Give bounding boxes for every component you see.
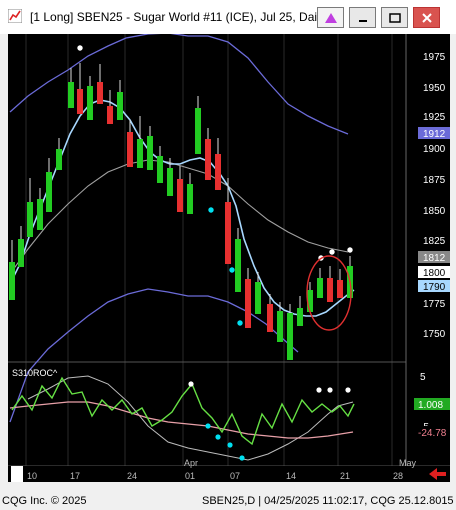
candle-body	[127, 132, 133, 167]
candle-body	[9, 262, 15, 300]
oscillator-axis: 5 -5 1.008 -24.78	[414, 372, 450, 439]
osc-tick: 5	[420, 372, 426, 383]
osc-pink-label: -24.78	[418, 428, 447, 439]
price-tick: 1950	[423, 83, 446, 94]
candle-body	[27, 202, 33, 237]
oscillator-markers	[188, 381, 351, 461]
oscillator-label: S310ROC^	[12, 368, 58, 378]
scroll-right-arrow-icon[interactable]	[429, 468, 447, 480]
candle-body	[68, 82, 74, 108]
oscillator-histogram-line	[27, 375, 354, 461]
maximize-button[interactable]	[381, 7, 408, 28]
candle-body	[167, 168, 173, 196]
price-tick: 1900	[423, 144, 446, 155]
triangle-icon	[324, 12, 337, 23]
chart-canvas[interactable]: 1975 1950 1925 1900 1875 1850 1825 1775 …	[8, 32, 450, 482]
candle-body	[205, 139, 211, 180]
candle-body	[187, 184, 193, 214]
oscillator-signal-line	[9, 401, 354, 439]
status-bar: CQG Inc. © 2025 SBEN25,D | 04/25/2025 11…	[0, 490, 456, 510]
price-tick: 1850	[423, 206, 446, 217]
candle-body	[195, 108, 201, 154]
date-label: 14	[286, 471, 296, 481]
window-title: [1 Long] SBEN25 - Sugar World #11 (ICE),…	[30, 10, 326, 24]
candle-body	[137, 139, 143, 168]
close-button[interactable]	[413, 7, 440, 28]
alert-button[interactable]	[317, 7, 344, 28]
date-label: 17	[70, 471, 80, 481]
date-label: 28	[393, 471, 403, 481]
candle-body	[235, 239, 241, 292]
lower-band-line	[9, 288, 299, 423]
candle-body	[107, 106, 113, 124]
title-bar: [1 Long] SBEN25 - Sugar World #11 (ICE),…	[0, 0, 456, 34]
candle-body	[18, 239, 24, 267]
candle-body	[327, 278, 333, 302]
price-tick: 1775	[423, 299, 446, 310]
symbol-timestamp: SBEN25,D | 04/25/2025 11:02:17, CQG 25.1…	[202, 495, 454, 507]
copyright-text: CQG Inc. © 2025	[2, 495, 87, 507]
price-axis: 1975 1950 1925 1900 1875 1850 1825 1775 …	[418, 52, 450, 340]
upper-band-tag-label: 1912	[423, 129, 446, 140]
candle-body	[147, 136, 153, 170]
date-label: 10	[27, 471, 37, 481]
candle-body	[177, 179, 183, 212]
candle-body	[225, 202, 231, 264]
candle-body	[87, 86, 93, 120]
price-tick: 1975	[423, 52, 446, 63]
upper-band-line	[9, 32, 349, 135]
date-label: 07	[230, 471, 240, 481]
month-label: Apr	[184, 458, 198, 468]
month-label: May	[399, 458, 417, 468]
app-icon	[8, 9, 22, 23]
minimize-icon	[358, 19, 367, 22]
chart-window[interactable]: 1975 1950 1925 1900 1875 1850 1825 1775 …	[8, 32, 450, 482]
ref-1800-label: 1800	[423, 268, 446, 279]
price-tick: 1875	[423, 175, 446, 186]
close-icon	[421, 12, 432, 23]
candle-body	[37, 199, 43, 230]
price-tick: 1750	[423, 329, 446, 340]
candle-body	[277, 311, 283, 342]
candle-body	[337, 280, 343, 298]
osc-green-label: 1.008	[418, 400, 443, 411]
candle-body	[287, 313, 293, 360]
maximize-icon	[388, 12, 401, 23]
candle-body	[157, 156, 163, 183]
candle-body	[97, 82, 103, 104]
minimize-button[interactable]	[349, 7, 376, 28]
candle-body	[267, 304, 273, 332]
last-price-label: 1790	[423, 282, 446, 293]
candle-body	[255, 282, 261, 314]
candle-body	[77, 89, 83, 114]
price-tick: 1925	[423, 112, 446, 123]
date-label: 21	[340, 471, 350, 481]
candle-body	[317, 278, 323, 298]
date-label: 01	[185, 471, 195, 481]
candle-body	[46, 172, 52, 212]
candle-body	[297, 308, 303, 326]
candle-body	[117, 92, 123, 120]
candle-body	[245, 279, 251, 328]
bollinger-midline	[9, 159, 349, 275]
candle-body	[56, 149, 62, 170]
candle-body	[215, 154, 221, 190]
price-tick: 1825	[423, 236, 446, 247]
date-label: 24	[127, 471, 137, 481]
midline-tag-label: 1812	[423, 253, 446, 264]
scroll-handle[interactable]	[11, 466, 23, 482]
